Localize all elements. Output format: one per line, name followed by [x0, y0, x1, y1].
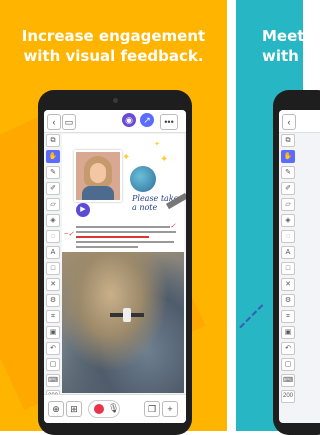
hand-icon[interactable]: ✋: [281, 150, 295, 163]
avatar-icon[interactable]: ◉: [122, 113, 136, 127]
app-screen-secondary: ‹ ⧉ ✋ ✎ ✐ ▱ ◈ ◌ A □ ✕ ⚙ ⌗ ▣ ↶ ▢ ⌨ 200: [279, 110, 320, 423]
image-icon[interactable]: ▣: [281, 326, 295, 339]
grid-icon[interactable]: ⊞: [66, 401, 82, 417]
back-icon[interactable]: ‹: [47, 114, 61, 130]
keyboard-icon[interactable]: ⌨: [281, 374, 295, 387]
copy-icon[interactable]: ⧉: [281, 134, 295, 147]
spacecraft-sticker: [110, 308, 144, 322]
close-icon[interactable]: ✕: [281, 278, 295, 291]
right-headline-line1: Meet: [262, 27, 305, 45]
shapes-icon[interactable]: □: [46, 262, 60, 275]
keyboard-icon[interactable]: ⌨: [46, 374, 60, 387]
top-toolbar-secondary: ‹: [279, 110, 320, 133]
app-screen: ‹ ▭ ◉ ↗ ••• ⧉ ✋ ✎ ✐ ▱ ◈ ◌ A □ ✕ ⚙ ⌗ ▣ ↶ …: [44, 110, 186, 423]
red-annotation: ✓: [170, 223, 176, 230]
tool-rail-secondary: ⧉ ✋ ✎ ✐ ▱ ◈ ◌ A □ ✕ ⚙ ⌗ ▣ ↶ ▢ ⌨ 200: [281, 134, 295, 403]
right-headline-line2: with: [262, 47, 299, 65]
top-toolbar: ‹ ▭ ◉ ↗ •••: [44, 110, 186, 133]
more-icon[interactable]: •••: [160, 114, 178, 130]
bottom-toolbar: ⊕ ⊞ 🎙 ❐ +: [44, 394, 186, 423]
right-headline: Meet with: [236, 26, 320, 66]
lasso-icon[interactable]: ◌: [46, 230, 60, 243]
eraser-icon[interactable]: ▱: [281, 198, 295, 211]
close-icon[interactable]: ✕: [46, 278, 60, 291]
video-icon[interactable]: ▭: [62, 114, 76, 130]
left-headline-line1: Increase engagement: [21, 27, 206, 45]
text-icon[interactable]: A: [281, 246, 295, 259]
hand-icon[interactable]: ✋: [46, 150, 60, 163]
star-icon: ✦: [160, 154, 169, 165]
star-icon: ✦: [154, 141, 160, 148]
crop-icon[interactable]: ⌗: [46, 310, 60, 323]
cursor-icon[interactable]: ▢: [281, 358, 295, 371]
pen-icon[interactable]: ✎: [46, 166, 60, 179]
earth-photo: [62, 252, 184, 393]
document-text: [76, 226, 180, 251]
crop-icon[interactable]: ⌗: [281, 310, 295, 323]
undo-icon[interactable]: ↶: [281, 342, 295, 355]
tool-rail: ⧉ ✋ ✎ ✐ ▱ ◈ ◌ A □ ✕ ⚙ ⌗ ▣ ↶ ▢ ⌨ 200: [46, 134, 60, 403]
layers-icon[interactable]: ❐: [144, 401, 160, 417]
zoom-icon[interactable]: ⊕: [48, 401, 64, 417]
image-icon[interactable]: ▣: [46, 326, 60, 339]
mic-icon: 🎙: [108, 403, 120, 413]
pencil-icon[interactable]: ✐: [281, 182, 295, 195]
play-icon[interactable]: ▶: [76, 203, 90, 217]
fill-icon[interactable]: ◈: [281, 214, 295, 227]
gear-icon[interactable]: ⚙: [46, 294, 60, 307]
shapes-icon[interactable]: □: [281, 262, 295, 275]
left-headline-line2: with visual feedback.: [23, 47, 204, 65]
webcam-photo[interactable]: [74, 150, 122, 202]
camera-notch: [113, 98, 118, 103]
left-headline: Increase engagement with visual feedback…: [0, 26, 227, 66]
record-icon: [94, 404, 104, 414]
back-icon[interactable]: ‹: [282, 114, 296, 130]
planet-sticker: [130, 166, 156, 192]
pen-icon[interactable]: ✎: [281, 166, 295, 179]
record-button[interactable]: 🎙: [88, 400, 120, 418]
red-annotation: ~✓: [64, 231, 74, 238]
whiteboard-canvas[interactable]: ▶ ✦ ✦ ✦ Please take a note ~✓ ✓: [62, 134, 186, 393]
eraser-icon[interactable]: ▱: [46, 198, 60, 211]
add-icon[interactable]: +: [162, 401, 178, 417]
fill-icon[interactable]: ◈: [46, 214, 60, 227]
lasso-icon[interactable]: ◌: [281, 230, 295, 243]
phone-mockup: ‹ ▭ ◉ ↗ ••• ⧉ ✋ ✎ ✐ ▱ ◈ ◌ A □ ✕ ⚙ ⌗ ▣ ↶ …: [38, 90, 192, 435]
undo-icon[interactable]: ↶: [46, 342, 60, 355]
star-icon: ✦: [122, 152, 131, 163]
share-icon[interactable]: ↗: [140, 113, 154, 127]
zoom-chip[interactable]: 200: [281, 390, 295, 403]
pencil-icon[interactable]: ✐: [46, 182, 60, 195]
phone-mockup-secondary: ‹ ⧉ ✋ ✎ ✐ ▱ ◈ ◌ A □ ✕ ⚙ ⌗ ▣ ↶ ▢ ⌨ 200: [273, 90, 320, 435]
cursor-icon[interactable]: ▢: [46, 358, 60, 371]
text-icon[interactable]: A: [46, 246, 60, 259]
gear-icon[interactable]: ⚙: [281, 294, 295, 307]
copy-icon[interactable]: ⧉: [46, 134, 60, 147]
